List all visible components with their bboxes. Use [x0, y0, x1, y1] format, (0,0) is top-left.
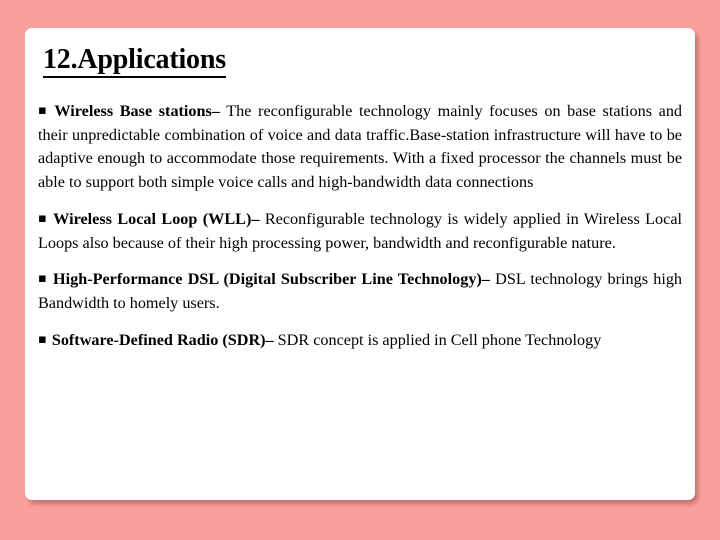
square-bullet-icon: ▪ — [38, 210, 49, 226]
list-item-lead: Software-Defined Radio (SDR)– — [51, 330, 274, 349]
list-item-text: SDR concept is applied in Cell phone Tec… — [273, 330, 602, 349]
list-item: ▪ Wireless Local Loop (WLL)– Reconfigurab… — [38, 208, 682, 255]
square-bullet-icon: ▪ — [38, 271, 49, 287]
list-item-lead: Wireless Base stations– — [54, 102, 220, 120]
list-item-lead: Wireless Local Loop (WLL)– — [53, 209, 260, 228]
square-bullet-icon: ▪ — [38, 331, 47, 347]
list-item: ▪ Software-Defined Radio (SDR)– SDR conce… — [38, 329, 682, 353]
list-item: ▪ High-Performance DSL (Digital Subscribe… — [38, 268, 682, 315]
page-title: 12.Applications — [43, 44, 226, 79]
bullet-list: ▪ Wireless Base stations– The reconfigura… — [38, 100, 682, 353]
square-bullet-icon: ▪ — [38, 103, 50, 118]
content-card: 12.Applications ▪ Wireless Base stations–… — [25, 28, 695, 500]
slide-canvas: 12.Applications ▪ Wireless Base stations–… — [0, 0, 720, 540]
list-item-lead: High-Performance DSL (Digital Subscriber… — [53, 270, 490, 289]
list-item: ▪ Wireless Base stations– The reconfigura… — [38, 100, 682, 195]
